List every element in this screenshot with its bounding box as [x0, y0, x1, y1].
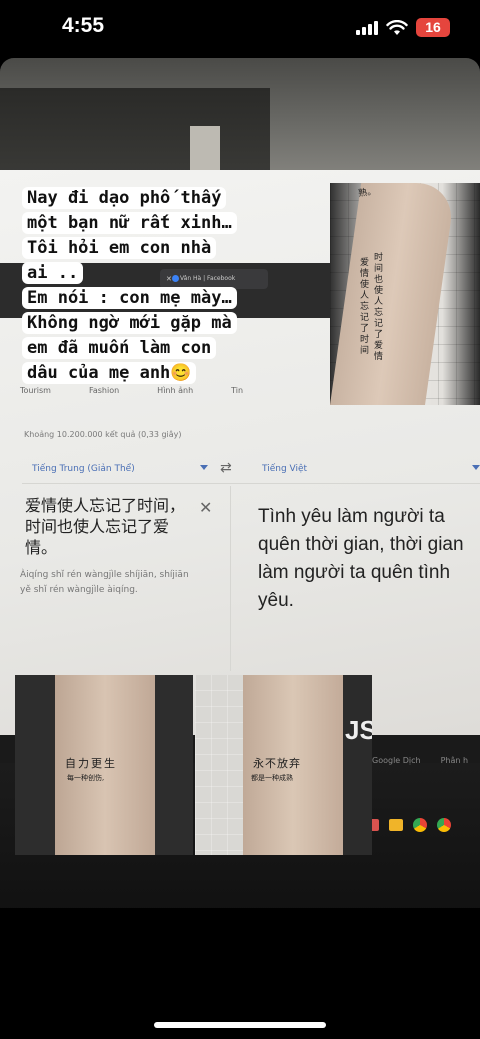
cellular-signal-icon	[356, 20, 378, 35]
caption-line: dâu của mẹ anh😊	[22, 362, 197, 384]
result-count: Khoảng 10.200.000 kết quả (0,33 giây)	[24, 430, 182, 439]
target-language-label: Tiếng Việt	[262, 464, 308, 474]
source-language-label: Tiếng Trung (Giản Thể)	[32, 464, 135, 474]
caption-line: Không ngờ mới gặp mà	[22, 312, 237, 334]
caption-line: em đã muốn làm con	[22, 337, 217, 359]
translate-divider	[230, 486, 231, 671]
tattoo-text: 爱情使人忘记了时间	[360, 258, 370, 356]
wifi-icon	[386, 19, 408, 35]
window-area	[0, 88, 270, 178]
story-frame[interactable]: ✕ Vân Hà | Facebook Tourism Fashion Hình…	[0, 58, 480, 908]
taskbar-labels: Google Dịch Phân h	[372, 756, 468, 765]
folder-icon	[389, 819, 403, 831]
status-bar: 4:55 16	[0, 0, 480, 58]
translate-language-bar: Tiếng Trung (Giản Thể) ⇄ Tiếng Việt	[22, 458, 480, 484]
translate-target-text: Tình yêu làm người ta quên thời gian, th…	[258, 506, 464, 611]
arm-tattoo-photo-top: 熟。 时间也使人忘记了爱情 爱情使人忘记了时间	[330, 183, 480, 405]
translate-source-text: 爱情使人忘记了时间，时间也使人忘记了爱情。	[25, 496, 186, 557]
taskbar-label: Google Dịch	[372, 756, 421, 765]
tattoo-text: 时间也使人忘记了爱情	[374, 253, 384, 362]
status-icons: 16	[356, 18, 450, 37]
shirt-print: JS	[345, 715, 372, 745]
taskbar-label: Phân h	[440, 756, 469, 765]
chrome-icon	[413, 818, 427, 832]
status-time: 4:55	[62, 14, 105, 37]
chevron-down-icon	[200, 465, 208, 470]
tattoo-text: 永不放弃	[253, 757, 301, 770]
room-background-photo	[0, 58, 480, 178]
search-tab: Hình ảnh	[157, 386, 194, 395]
search-tabs: Tourism Fashion Hình ảnh Tin	[20, 386, 243, 395]
search-tab: Fashion	[88, 386, 120, 395]
caption-line: Tôi hỏi em con nhà	[22, 237, 217, 259]
close-icon: ✕	[199, 498, 213, 517]
tattoo-text: 熟。	[357, 186, 377, 200]
caption-line: Nay đi dạo phố thấy	[22, 187, 227, 209]
tattoo-text: 每一种创伤,	[67, 774, 105, 782]
arm-tattoo-photo-bottom-right: JS 永不放弃 都是一种成熟	[195, 675, 372, 855]
translate-pinyin: Àiqíng shǐ rén wàngjìle shíjiān, shíjiān…	[20, 570, 189, 595]
caption-line: Em nói : con mẹ mày…	[22, 287, 237, 309]
chevron-down-icon	[472, 465, 480, 470]
search-tab: Tourism	[20, 386, 51, 395]
home-indicator[interactable]	[154, 1022, 326, 1028]
tattoo-text: 自力更生	[65, 757, 117, 770]
chrome-icon	[437, 818, 451, 832]
story-caption: Nay đi dạo phố thấy một bạn nữ rất xinh……	[22, 186, 292, 386]
swap-languages-icon: ⇄	[220, 460, 232, 476]
caption-line: ai ..	[22, 262, 84, 284]
taskbar-icons	[365, 818, 451, 832]
tattoo-text: 都是一种成熟	[251, 774, 293, 782]
arm-tattoo-photo-bottom-left: 自力更生 每一种创伤,	[15, 675, 193, 855]
search-tab: Tin	[231, 386, 244, 395]
battery-icon: 16	[416, 18, 450, 37]
caption-line: một bạn nữ rất xinh…	[22, 212, 237, 234]
